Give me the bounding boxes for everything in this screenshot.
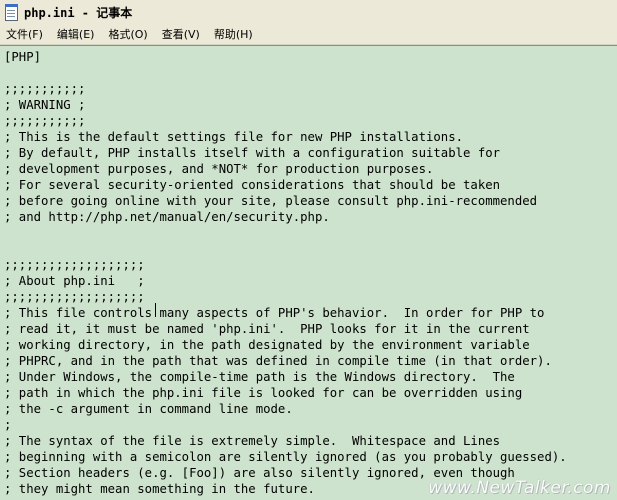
menu-edit[interactable]: 编辑(E) — [51, 26, 103, 42]
text-editor-area[interactable]: [PHP] ;;;;;;;;;;; ; WARNING ; ;;;;;;;;;;… — [0, 45, 617, 500]
window-title: php.ini - 记事本 — [24, 5, 133, 20]
menu-view[interactable]: 查看(V) — [156, 26, 208, 42]
menu-bar: 文件(F) 编辑(E) 格式(O) 查看(V) 帮助(H) — [0, 24, 617, 45]
text-caret — [155, 303, 156, 317]
title-bar[interactable]: php.ini - 记事本 — [0, 0, 617, 24]
watermark: www.NewTalker.com — [428, 478, 611, 498]
notepad-icon — [3, 4, 19, 21]
menu-format[interactable]: 格式(O) — [102, 26, 155, 42]
menu-help[interactable]: 帮助(H) — [208, 26, 261, 42]
document-text[interactable]: [PHP] ;;;;;;;;;;; ; WARNING ; ;;;;;;;;;;… — [4, 49, 567, 497]
menu-file[interactable]: 文件(F) — [0, 26, 51, 42]
